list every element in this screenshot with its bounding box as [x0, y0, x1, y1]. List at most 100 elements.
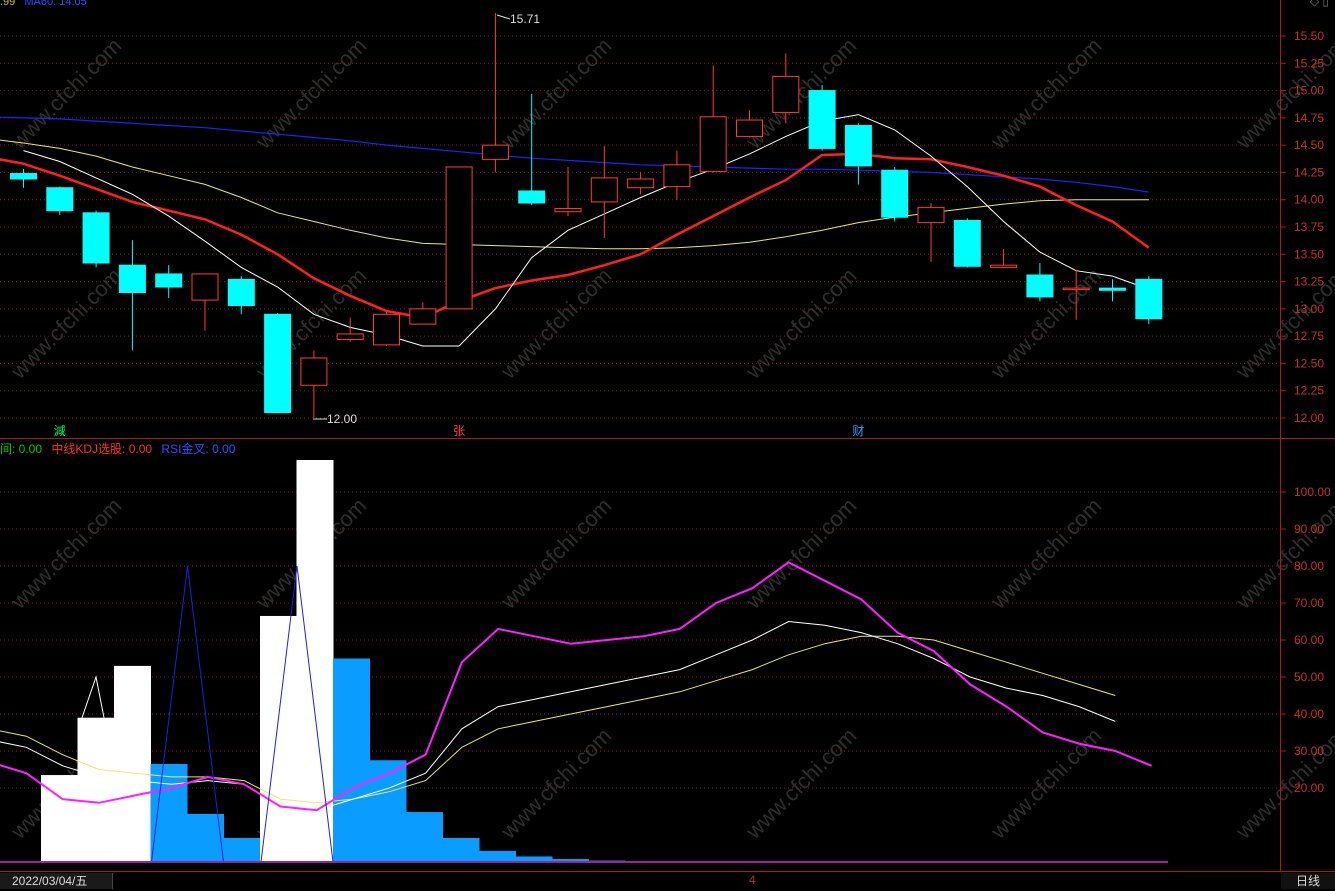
- legend-ma60: MA60: 14.05: [24, 0, 87, 8]
- high-annotation: 15.71: [510, 12, 540, 26]
- candle-body: [518, 190, 546, 204]
- indicator-bar: [333, 658, 370, 862]
- candle: [590, 146, 618, 238]
- price-tick-label: 14.75: [1294, 111, 1324, 125]
- candle-body: [373, 313, 400, 346]
- candle-body: [844, 124, 872, 167]
- candle-body: [990, 264, 1018, 268]
- watermark-text: www.cfchi.com: [740, 723, 861, 844]
- candle: [808, 85, 836, 151]
- watermark-text: www.cfchi.com: [495, 263, 616, 384]
- candle-body: [155, 273, 183, 288]
- candle-body: [917, 206, 945, 224]
- candle: [663, 150, 691, 200]
- price-tick-label: 13.50: [1294, 247, 1324, 261]
- indicator-bar: [150, 763, 188, 862]
- candle: [82, 210, 110, 268]
- candle: [300, 350, 328, 418]
- indicator-bar: [114, 665, 151, 862]
- indicator-tick-label: 70.00: [1294, 596, 1324, 610]
- candle-body: [300, 357, 328, 386]
- low-annotation: 12.00: [327, 412, 357, 426]
- indicator-bar: [442, 837, 480, 862]
- price-grid: [0, 35, 1280, 419]
- scroll-marker[interactable]: 4: [749, 873, 756, 887]
- watermark-text: www.cfchi.com: [5, 33, 126, 154]
- legend-partial-value: .99: [0, 0, 16, 8]
- candle: [953, 218, 981, 268]
- price-tick-label: 14.00: [1294, 193, 1324, 207]
- indicator-tick-label: 20.00: [1294, 781, 1324, 795]
- candle: [1135, 276, 1163, 325]
- candle-body: [772, 75, 800, 113]
- indicator-legend-item-1: 中线KDJ选股: 0.00: [51, 442, 153, 456]
- candle-body: [82, 212, 110, 264]
- event-marker: 減: [54, 423, 66, 438]
- candle: [990, 248, 1018, 268]
- indicator-tick-label: 100.00: [1294, 485, 1331, 499]
- price-tick-label: 13.00: [1294, 302, 1324, 316]
- panel-controls[interactable]: ◇ ▯: [1310, 0, 1329, 8]
- watermark-text: www.cfchi.com: [985, 33, 1106, 154]
- candle: [409, 302, 437, 325]
- cursor-date: 2022/03/04/五: [0, 873, 113, 889]
- price-tick-label: 14.25: [1294, 165, 1324, 179]
- indicator-peak: [81, 675, 105, 718]
- candle-body: [409, 308, 437, 325]
- indicator-bar: [77, 717, 115, 862]
- candle: [264, 313, 292, 414]
- indicator-axis: 100.00 90.00 80.00 70.00 60.00 50.00 40.00 30.0…: [1280, 485, 1331, 795]
- candle-body: [736, 119, 763, 137]
- watermark-text: www.cfchi.com: [740, 493, 861, 614]
- indicator-tick-label: 60.00: [1294, 633, 1324, 647]
- price-tick-label: 14.50: [1294, 138, 1324, 152]
- price-tick-label: 15.25: [1294, 56, 1324, 70]
- watermark-text: www.cfchi.com: [495, 33, 616, 154]
- price-tick-label: 13.75: [1294, 220, 1324, 234]
- candle-body: [10, 173, 37, 180]
- candle: [445, 166, 473, 310]
- candle-body: [881, 169, 909, 218]
- indicator-tick-label: 50.00: [1294, 670, 1324, 684]
- price-tick-label: 15.00: [1294, 84, 1324, 98]
- high-annotation-arrow: [496, 14, 511, 20]
- period-selector[interactable]: 日线: [1281, 873, 1335, 889]
- candle-body: [264, 313, 292, 414]
- candle: [881, 166, 909, 222]
- ma-legend: .99 MA60: 14.05: [0, 0, 87, 8]
- indicator-tick-label: 30.00: [1294, 744, 1324, 758]
- candle-body: [590, 177, 618, 203]
- indicator-tick-label: 80.00: [1294, 559, 1324, 573]
- candle-body: [808, 90, 836, 149]
- candle: [699, 65, 727, 173]
- price-tick-label: 12.25: [1294, 384, 1324, 398]
- diamond-icon[interactable]: ◇: [1310, 0, 1319, 8]
- watermark-text: www.cfchi.com: [985, 493, 1106, 614]
- candle-body: [1099, 287, 1126, 291]
- ma-line-blue: [0, 116, 1149, 193]
- candle-body: [1062, 287, 1090, 291]
- event-marker: 财: [852, 424, 864, 438]
- candle-body: [445, 166, 473, 310]
- candle-body: [953, 219, 981, 267]
- watermark-text: www.cfchi.com: [250, 33, 371, 154]
- indicator-legend-item-0: 间: 0.00: [0, 442, 43, 456]
- candle: [373, 312, 400, 346]
- watermark-text: www.cfchi.com: [985, 723, 1106, 844]
- candle-body: [1026, 274, 1054, 298]
- price-tick-label: 12.00: [1294, 411, 1324, 425]
- event-markers: 減张财: [54, 423, 865, 438]
- candle: [844, 123, 872, 185]
- panel-toggle-icon[interactable]: ▯: [1322, 0, 1329, 8]
- event-marker: 张: [453, 424, 465, 438]
- indicator-tick-label: 40.00: [1294, 707, 1324, 721]
- watermark-text: www.cfchi.com: [495, 493, 616, 614]
- watermark-text: www.cfchi.com: [495, 723, 616, 844]
- price-tick-label: 12.50: [1294, 356, 1324, 370]
- candle-body: [118, 264, 146, 293]
- indicator-tick-label: 90.00: [1294, 522, 1324, 536]
- indicator-bar: [223, 837, 261, 862]
- watermark-text: www.cfchi.com: [5, 493, 126, 614]
- indicator-bar: [406, 812, 443, 862]
- candle: [917, 202, 945, 262]
